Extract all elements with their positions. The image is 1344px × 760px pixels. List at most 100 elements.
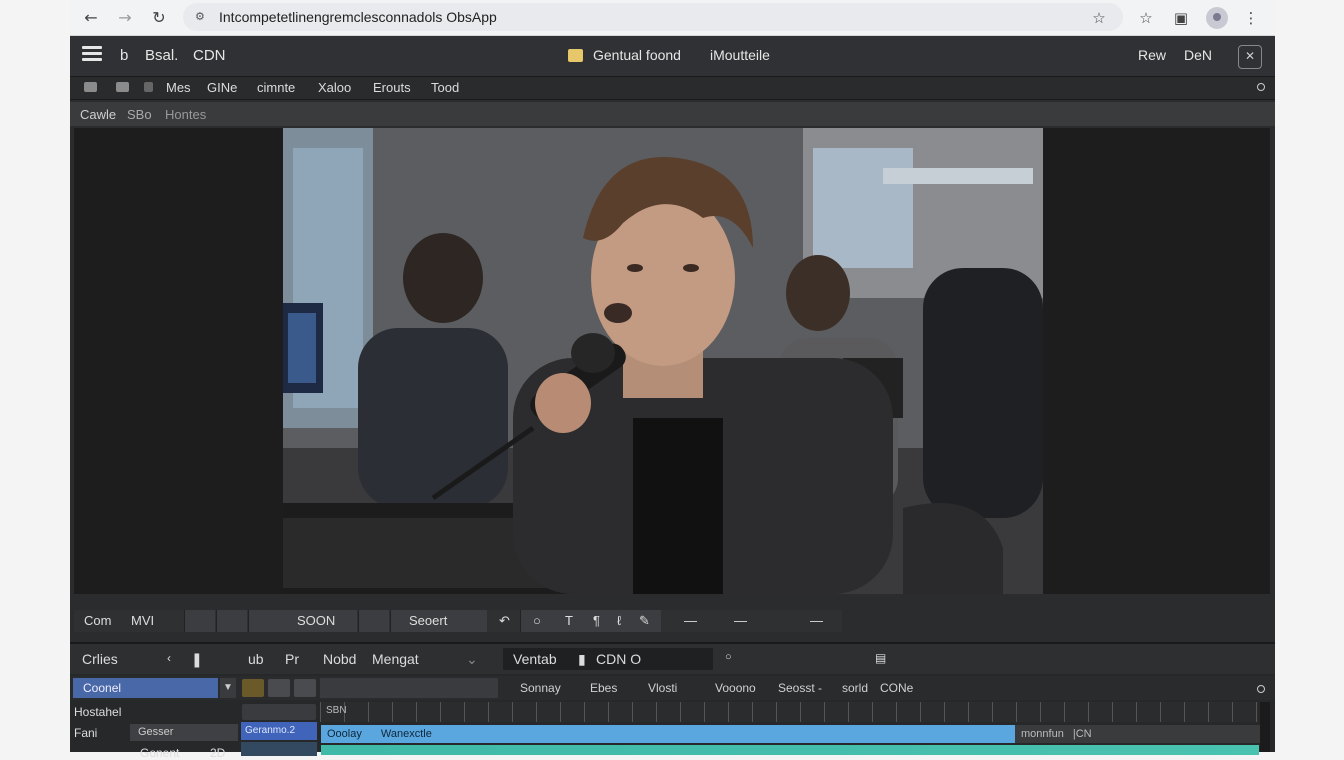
- col-sorld[interactable]: sorld: [842, 681, 868, 695]
- selected-track-lower[interactable]: [241, 742, 317, 756]
- eye-icon[interactable]: [268, 679, 290, 697]
- menu-item-tood[interactable]: Tood: [431, 80, 459, 95]
- menu-item-gine[interactable]: GINe: [207, 80, 237, 95]
- tracks-search[interactable]: [320, 678, 498, 698]
- tab-general[interactable]: Gentual foond: [593, 47, 681, 63]
- circle-small-icon[interactable]: ○: [725, 651, 732, 663]
- options-icon[interactable]: [1257, 685, 1265, 693]
- minus-icon[interactable]: —: [684, 613, 697, 628]
- col-seosst[interactable]: Seosst -: [778, 681, 822, 695]
- audio-clip[interactable]: [321, 745, 1259, 755]
- settings-dot-icon[interactable]: [1257, 83, 1265, 91]
- track-label-gonent[interactable]: Gonent: [140, 746, 179, 760]
- subtab-hontes[interactable]: Hontes: [165, 107, 206, 122]
- reload-icon[interactable]: ↻: [148, 7, 170, 29]
- star-icon[interactable]: ☆: [1135, 7, 1157, 29]
- column-selector[interactable]: Coonel: [73, 678, 218, 698]
- address-bar[interactable]: ⚙ Intcompetetlinengremclesconnadols ObsA…: [183, 3, 1123, 31]
- preview-canvas[interactable]: [74, 128, 1270, 594]
- circle-icon[interactable]: ○: [533, 613, 541, 628]
- layout-icon[interactable]: ▤: [875, 651, 886, 665]
- track-label-hostahel[interactable]: Hostahel: [74, 705, 121, 719]
- menu-item-erouts[interactable]: Erouts: [373, 80, 411, 95]
- more-menu-icon[interactable]: ⋮: [1240, 7, 1262, 29]
- label-pr[interactable]: Pr: [285, 651, 299, 667]
- time-ruler[interactable]: SBN: [320, 702, 1258, 722]
- col-vooono[interactable]: Vooono: [715, 681, 756, 695]
- settings-gear-icon[interactable]: [216, 610, 247, 632]
- subtab-sbo[interactable]: SBo: [127, 107, 152, 122]
- webcam-image: [283, 128, 1043, 594]
- timeline-panel: Crlies ‹ ❚ ub Pr Nobd Mengat ⌄ Ventab ▮ …: [70, 642, 1275, 760]
- menu-item-mes[interactable]: Mes: [166, 80, 191, 95]
- video-clip[interactable]: Ooolay Wanexctle: [321, 725, 1015, 743]
- mic-glyph-icon: b: [120, 47, 129, 64]
- menu-item-cimnte[interactable]: cimnte: [257, 80, 295, 95]
- browser-toolbar: ← → ↻ ⚙ Intcompetetlinengremclesconnadol…: [70, 0, 1275, 36]
- app-window: b Bsal. CDN Gentual foond iMoutteile Rew…: [70, 36, 1275, 760]
- paragraph-icon[interactable]: ¶: [593, 613, 600, 628]
- clip-right-label2: |CN: [1072, 728, 1092, 740]
- track-label-fani[interactable]: Fani: [74, 726, 97, 740]
- label-ub[interactable]: ub: [248, 651, 264, 667]
- label-mengat[interactable]: Mengat: [372, 651, 419, 667]
- header-label[interactable]: Bsal.: [145, 47, 178, 64]
- header-right-label[interactable]: Rew: [1138, 47, 1166, 63]
- clip-subtitle: Wanexctle: [380, 728, 432, 740]
- site-info-icon[interactable]: ⚙: [195, 3, 205, 31]
- menu-item-xaloo[interactable]: Xaloo: [318, 80, 351, 95]
- control-com[interactable]: Com: [84, 613, 111, 628]
- col-ebes[interactable]: Ebes: [590, 681, 617, 695]
- tool-group: ○ T ¶ ℓ ✎: [520, 610, 661, 632]
- undo-icon[interactable]: ↶: [499, 613, 510, 629]
- col-vlosti[interactable]: Vlosti: [648, 681, 677, 695]
- chevron-down-icon[interactable]: ▼: [220, 678, 236, 698]
- dropdown-chevron-icon[interactable]: ⌄: [466, 651, 478, 668]
- arrow-small-icon[interactable]: ‹: [167, 651, 171, 665]
- source-icon[interactable]: [116, 82, 129, 92]
- track-chip-gesser[interactable]: Gesser: [130, 724, 238, 741]
- preview-scrollbar[interactable]: [74, 594, 1270, 608]
- video-frame: [283, 128, 1043, 594]
- search-box[interactable]: Seoert: [390, 610, 487, 632]
- extensions-icon[interactable]: ▣: [1170, 7, 1192, 29]
- text-icon[interactable]: T: [565, 613, 573, 628]
- bookmark-star-icon[interactable]: ☆: [1088, 7, 1110, 29]
- clip-right[interactable]: monnfun |CN: [1015, 725, 1260, 743]
- timeline-filter[interactable]: Ventab ▮ CDN O: [503, 648, 713, 670]
- minus-icon-3[interactable]: —: [810, 613, 823, 628]
- scene-icon[interactable]: [84, 82, 97, 92]
- track-icon[interactable]: [242, 679, 264, 697]
- filter-icon[interactable]: [144, 82, 153, 92]
- hamburger-menu-icon[interactable]: [82, 46, 102, 62]
- transport-controls: Com MVI SOON Seoert ↶ ○ T ¶ ℓ ✎ — — —: [74, 610, 842, 632]
- lock-small-icon[interactable]: [294, 679, 316, 697]
- lock-icon[interactable]: [358, 610, 389, 632]
- url-text: Intcompetetlinengremclesconnadols ObsApp: [219, 9, 497, 25]
- brush-icon[interactable]: ✎: [639, 613, 650, 629]
- selected-track[interactable]: Geranmo.2: [241, 722, 317, 740]
- record-icon[interactable]: [184, 610, 215, 632]
- mute-icon[interactable]: ℓ: [617, 613, 621, 628]
- pause-icon[interactable]: ❚: [191, 651, 203, 668]
- control-seoert: Seoert: [409, 613, 448, 628]
- menu-bar: Mes GINe cimnte Xaloo Erouts Tood: [70, 77, 1275, 100]
- control-mvi[interactable]: MVI: [131, 613, 154, 628]
- minus-icon-2[interactable]: —: [734, 613, 747, 628]
- forward-icon[interactable]: →: [114, 7, 136, 29]
- header-label-cdn[interactable]: CDN: [193, 47, 226, 64]
- header-right-label2[interactable]: DeN: [1184, 47, 1212, 63]
- label-nobd[interactable]: Nobd: [323, 651, 356, 667]
- close-icon[interactable]: ✕: [1238, 45, 1262, 69]
- col-sonnay[interactable]: Sonnay: [520, 681, 561, 695]
- track-chip[interactable]: [242, 704, 316, 720]
- subtab-cawle[interactable]: Cawle: [80, 107, 116, 122]
- soon-box[interactable]: SOON: [248, 610, 357, 632]
- tab-moutteile[interactable]: iMoutteile: [710, 47, 770, 63]
- profile-avatar[interactable]: [1206, 7, 1228, 29]
- col-cone[interactable]: CONe: [880, 681, 913, 695]
- back-icon[interactable]: ←: [80, 7, 102, 29]
- app-header: b Bsal. CDN Gentual foond iMoutteile Rew…: [70, 36, 1275, 77]
- timeline-scrollbar[interactable]: [1260, 702, 1270, 752]
- timeline-header: Crlies ‹ ❚ ub Pr Nobd Mengat ⌄ Ventab ▮ …: [70, 644, 1275, 674]
